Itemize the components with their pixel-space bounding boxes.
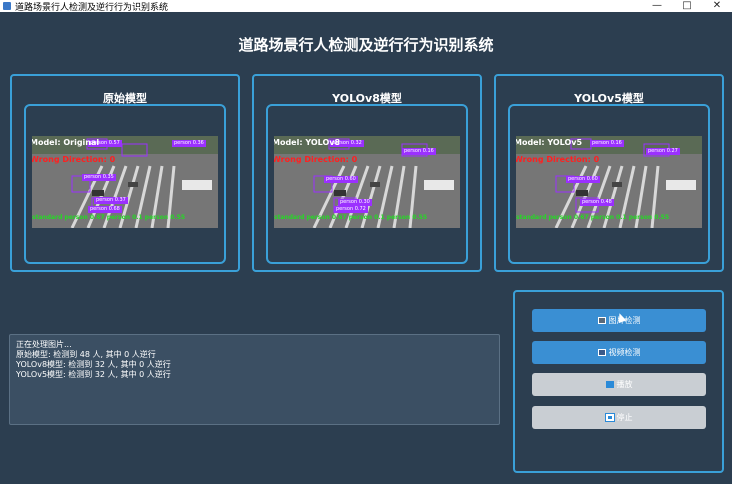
maximize-icon[interactable]: □	[672, 0, 702, 12]
video-detect-button[interactable]: 视频检测	[532, 341, 706, 364]
log-output[interactable]: 正在处理图片... 原始模型: 检测到 48 人, 其中 0 人逆行 YOLOv…	[9, 334, 500, 425]
overlay-model-label: Model: YOLOv8	[274, 138, 341, 147]
detection-image: person 0.16 person 0.27 person 0.60 pers…	[516, 136, 702, 228]
stop-label: 停止	[616, 413, 633, 422]
image-container: person 0.16 person 0.27 person 0.60 pers…	[508, 104, 710, 264]
image-container: person 0.32 person 0.16 person 0.60 pers…	[266, 104, 468, 264]
log-line: 原始模型: 检测到 48 人, 其中 0 人逆行	[16, 350, 156, 359]
close-icon[interactable]: ✕	[702, 0, 732, 12]
stop-button[interactable]: 停止	[532, 406, 706, 429]
stop-icon	[604, 413, 615, 422]
overlay-wrong-direction: Wrong Direction: 0	[274, 155, 358, 164]
play-label: 播放	[616, 380, 633, 389]
minimize-icon[interactable]: —	[642, 0, 672, 12]
app-icon	[3, 2, 11, 10]
panel-original: 原始模型 person 0.57 person 0.36 person 0.35…	[10, 74, 240, 272]
overlay-model-label: Model: YOLOv5	[516, 138, 583, 147]
video-detect-label: 视频检测	[608, 348, 641, 357]
overlay-bottom-text: standard person 0.67 person 0.1 person 0…	[274, 214, 427, 221]
log-line: 正在处理图片...	[16, 340, 72, 349]
overlay-wrong-direction: Wrong Direction: 0	[516, 155, 600, 164]
page-title: 道路场景行人检测及逆行行为识别系统	[238, 36, 494, 54]
overlay-model-label: Model: Original	[32, 138, 100, 147]
panel-yolov8: YOLOv8模型 person 0.32 person 0.16 person …	[252, 74, 482, 272]
image-container: person 0.57 person 0.36 person 0.35 pers…	[24, 104, 226, 264]
overlay-wrong-direction: Wrong Direction: 0	[32, 155, 116, 164]
detection-image: person 0.57 person 0.36 person 0.35 pers…	[32, 136, 218, 228]
play-button[interactable]: 播放	[532, 373, 706, 396]
detection-image: person 0.32 person 0.16 person 0.60 pers…	[274, 136, 460, 228]
log-line: YOLOv8模型: 检测到 32 人, 其中 0 人逆行	[16, 360, 171, 369]
panel-yolov5: YOLOv5模型 person 0.16 person 0.27 person …	[494, 74, 724, 272]
log-line: YOLOv5模型: 检测到 32 人, 其中 0 人逆行	[16, 370, 171, 379]
window-titlebar: 道路场景行人检测及逆行行为识别系统 — □ ✕	[0, 0, 732, 13]
overlay-bottom-text: standard person 0.67 person 0.1 person 0…	[32, 214, 185, 221]
overlay-bottom-text: standard person 0.67 person 0.1 person 0…	[516, 214, 669, 221]
window-title: 道路场景行人检测及逆行行为识别系统	[15, 2, 169, 13]
play-icon	[605, 381, 614, 388]
video-icon	[597, 349, 606, 356]
image-icon	[597, 317, 606, 324]
